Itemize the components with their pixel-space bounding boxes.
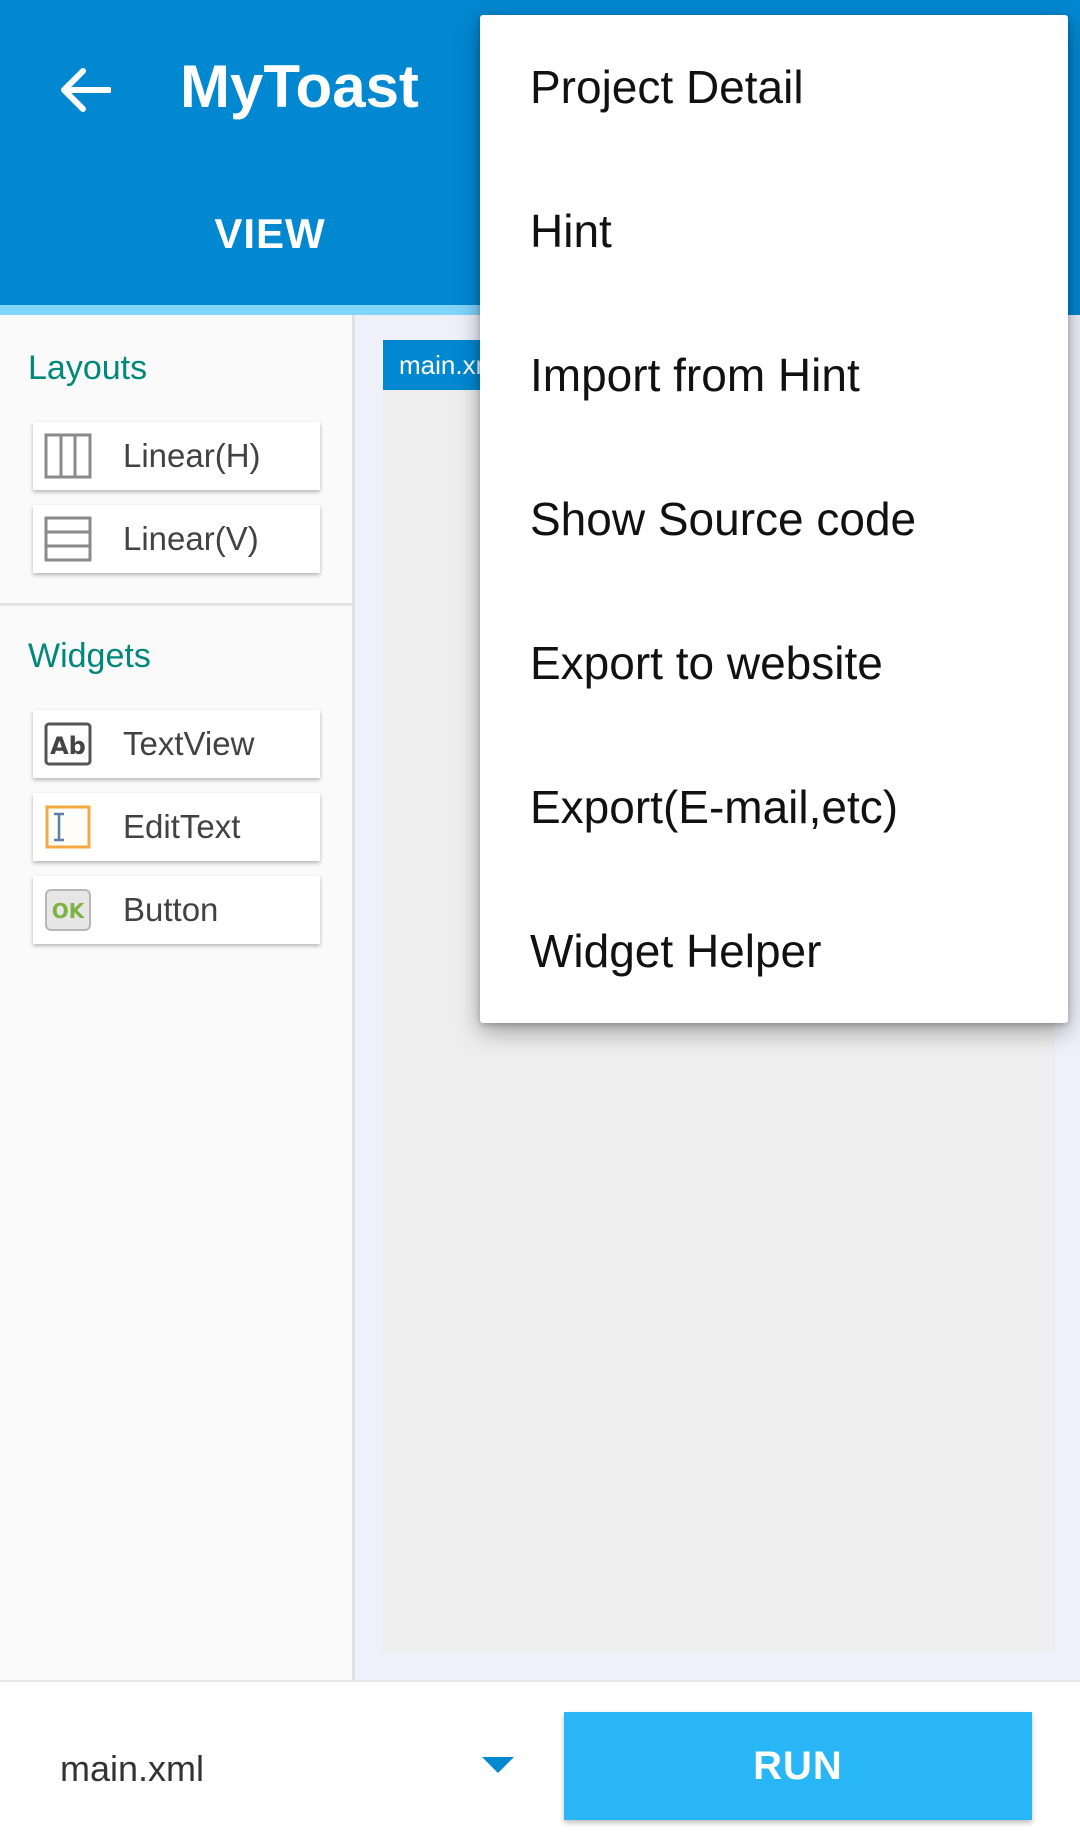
edittext-icon: [43, 802, 93, 852]
palette-item-label: Linear(H): [123, 437, 261, 474]
tab-indicator: [0, 305, 480, 315]
file-selector-value: main.xml: [60, 1748, 205, 1789]
palette-item-textview[interactable]: Ab TextView: [33, 710, 320, 778]
menu-item-project-detail[interactable]: Project Detail: [480, 15, 1068, 159]
back-button[interactable]: [50, 55, 120, 125]
tab-view[interactable]: VIEW: [0, 210, 540, 258]
palette-item-linear-h[interactable]: Linear(H): [33, 422, 320, 490]
widget-palette: Layouts Linear(H) Linear(V) Widgets Ab T…: [0, 315, 355, 1680]
menu-item-show-source-code[interactable]: Show Source code: [480, 447, 1068, 591]
widgets-section-title: Widgets: [28, 637, 151, 675]
menu-item-export-email[interactable]: Export(E-mail,etc): [480, 735, 1068, 879]
menu-item-import-from-hint[interactable]: Import from Hint: [480, 303, 1068, 447]
arrow-left-icon: [61, 68, 111, 112]
dropdown-arrow-icon[interactable]: [482, 1757, 514, 1773]
overflow-menu: Project Detail Hint Import from Hint Sho…: [480, 15, 1068, 1023]
textview-icon: Ab: [43, 719, 93, 769]
layouts-section-title: Layouts: [28, 349, 148, 387]
svg-text:OK: OK: [52, 899, 86, 923]
app-title: MyToast: [180, 53, 419, 120]
palette-item-linear-v[interactable]: Linear(V): [33, 505, 320, 573]
palette-item-label: EditText: [123, 808, 241, 845]
palette-item-label: Button: [123, 891, 219, 928]
svg-text:Ab: Ab: [50, 732, 86, 760]
palette-item-button[interactable]: OK Button: [33, 876, 320, 944]
palette-divider: [0, 603, 352, 606]
linear-vertical-icon: [43, 514, 93, 564]
menu-item-hint[interactable]: Hint: [480, 159, 1068, 303]
menu-item-widget-helper[interactable]: Widget Helper: [480, 879, 1068, 1023]
button-icon: OK: [43, 885, 93, 935]
palette-item-label: Linear(V): [123, 520, 259, 557]
menu-item-export-to-website[interactable]: Export to website: [480, 591, 1068, 735]
palette-item-edittext[interactable]: EditText: [33, 793, 320, 861]
palette-item-label: TextView: [123, 725, 255, 762]
linear-horizontal-icon: [43, 431, 93, 481]
run-button[interactable]: RUN: [564, 1712, 1032, 1820]
